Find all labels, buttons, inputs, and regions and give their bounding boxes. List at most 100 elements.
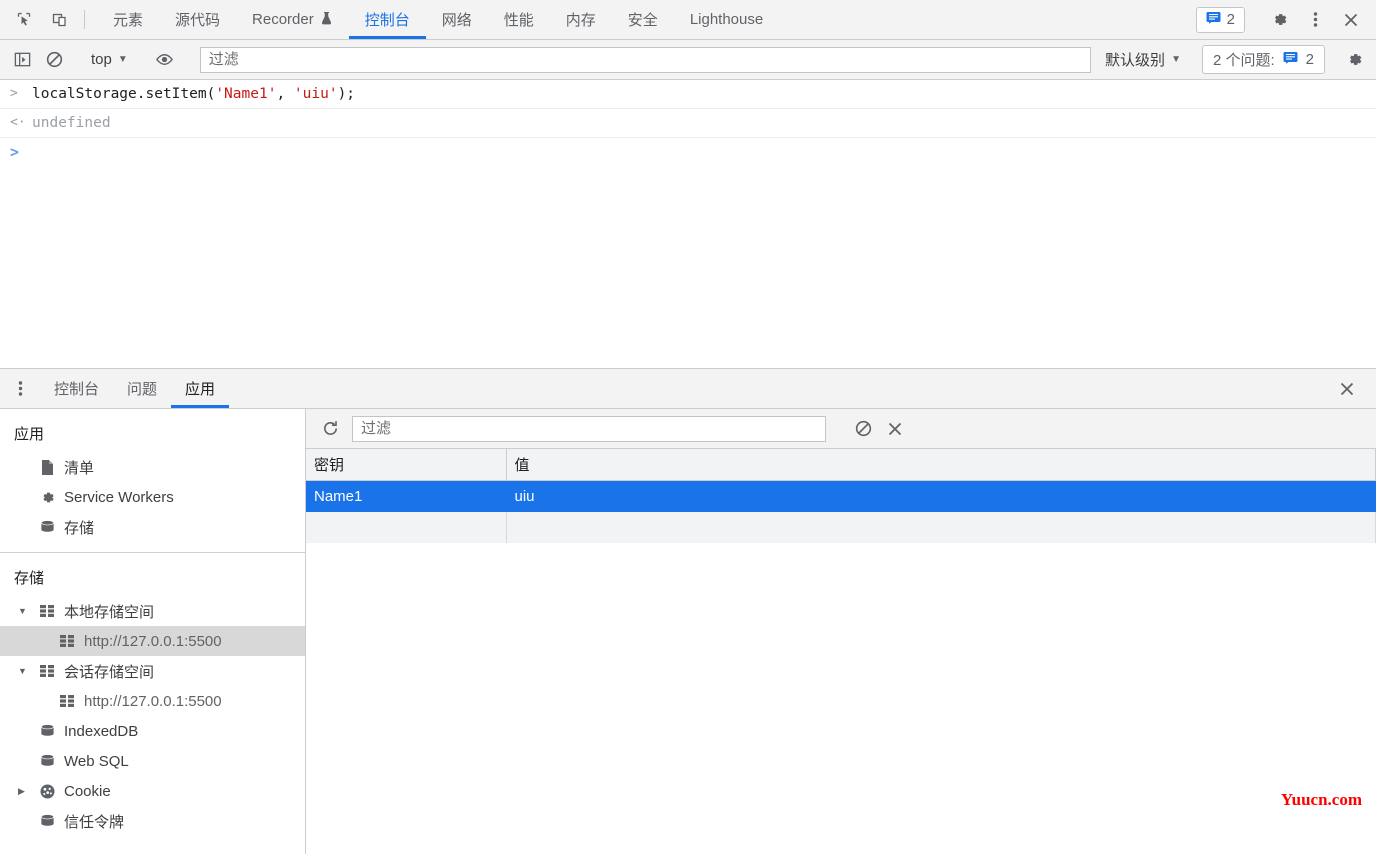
log-level-label: 默认级别 [1105,52,1166,69]
drawer-tab-label: 控制台 [54,381,100,398]
gear-icon[interactable] [1262,5,1296,35]
gear-icon[interactable] [1338,45,1370,75]
delete-selected-icon[interactable] [879,414,911,444]
device-toolbar-icon[interactable] [42,0,78,39]
database-icon [38,723,56,740]
list-item-wrap: http://127.0.0.1:5500 [0,686,305,716]
code-token: localStorage.setItem( [32,86,216,102]
cell-value[interactable] [506,511,1376,543]
chevron-down-icon[interactable]: ▼ [18,666,30,676]
list-item-wrap: http://127.0.0.1:5500 [0,626,305,656]
sidebar-item-session-storage-origin[interactable]: http://127.0.0.1:5500 [0,686,305,716]
cell-value[interactable]: uiu [506,480,1376,512]
chevron-down-icon: ▼ [1171,54,1181,65]
list-item-wrap: 存储 [0,512,305,542]
sidebar-item-cookie[interactable]: ▶ Cookie [0,776,305,806]
console-result-value: undefined [32,115,111,131]
sidebar-item-indexeddb[interactable]: IndexedDB [0,716,305,746]
kebab-menu-icon[interactable] [1298,5,1332,35]
tab-network[interactable]: 网络 [426,0,488,39]
console-filter-input[interactable] [199,46,1092,73]
output-arrow-icon: <· [10,115,26,130]
storage-table-wrap[interactable]: 密钥 值 Name1 uiu [306,449,1376,854]
execution-context-selector[interactable]: top ▼ [83,49,136,70]
devtools-window: 元素 源代码 Recorder 控制台 网络 性能 内存 安全 Lighthou… [0,0,1376,854]
sidebar-item-service-workers[interactable]: Service Workers [0,482,305,512]
console-prompt-line[interactable]: > [0,138,1376,166]
tab-recorder[interactable]: Recorder [236,0,349,39]
tab-console[interactable]: 控制台 [348,0,426,39]
chevron-right-icon[interactable]: ▶ [18,786,30,797]
tab-memory[interactable]: 内存 [550,0,612,39]
storage-toolbar [306,409,1376,449]
sidebar-item-manifest[interactable]: 清单 [0,452,305,482]
clear-console-icon[interactable] [38,45,70,75]
table-grid-icon [38,604,56,618]
tab-label: 网络 [441,12,472,29]
console-sidebar-icon[interactable] [6,45,38,75]
sidebar-item-session-storage[interactable]: ▼ 会话存储空间 [0,656,305,686]
cell-key[interactable]: Name1 [306,480,507,512]
code-token: , [276,86,294,102]
devtools-drawer: 控制台 问题 应用 应用 清单 Service Workers 存储 存储 ▼ … [0,368,1376,854]
tab-label: 内存 [565,12,596,29]
tab-lighthouse[interactable]: Lighthouse [674,0,779,39]
close-icon[interactable] [1330,374,1364,404]
live-expression-icon[interactable] [149,45,181,75]
tab-label: 源代码 [175,12,221,29]
close-icon[interactable] [1334,5,1368,35]
drawer-tab-console[interactable]: 控制台 [40,369,113,408]
clear-all-icon[interactable] [847,414,879,444]
kebab-menu-icon[interactable] [0,369,40,408]
code-token: ); [337,86,356,102]
drawer-tab-issues[interactable]: 问题 [113,369,171,408]
tab-sources[interactable]: 源代码 [159,0,236,39]
column-header-value[interactable]: 值 [506,449,1376,481]
sidebar-item-label: Cookie [64,782,111,800]
code-token-string: 'Name1' [215,86,277,102]
sidebar-item-local-storage-origin[interactable]: http://127.0.0.1:5500 [0,626,305,656]
refresh-icon[interactable] [314,414,346,444]
sidebar-item-label: IndexedDB [64,722,139,740]
message-count-badge[interactable]: 2 [1195,6,1245,33]
toolbar-right-actions: 2 [1195,0,1376,39]
drawer-tab-label: 应用 [185,381,216,398]
tab-label: Lighthouse [689,11,764,28]
log-level-selector[interactable]: 默认级别 ▼ [1097,47,1189,72]
sidebar-item-local-storage[interactable]: ▼ 本地存储空间 [0,596,305,626]
tab-performance[interactable]: 性能 [488,0,550,39]
sidebar-item-label: http://127.0.0.1:5500 [84,632,222,650]
database-icon [38,813,56,830]
sidebar-item-trust-tokens[interactable]: 信任令牌 [0,806,305,836]
chevron-down-icon[interactable]: ▼ [18,606,30,616]
sidebar-item-label: 清单 [64,459,95,477]
cookie-icon [38,783,56,800]
drawer-tab-application[interactable]: 应用 [171,369,230,408]
sidebar-item-storage[interactable]: 存储 [0,512,305,542]
inspect-cursor-icon[interactable] [6,0,42,39]
flask-icon [320,11,333,29]
message-count: 2 [1226,11,1235,28]
table-grid-icon [38,664,56,678]
tab-elements[interactable]: 元素 [97,0,159,39]
cell-key[interactable] [306,511,507,543]
prompt-arrow-icon: > [10,143,20,161]
drawer-tabbar: 控制台 问题 应用 [0,369,1376,409]
storage-filter-input[interactable] [352,415,826,442]
console-output[interactable]: > localStorage.setItem('Name1', 'uiu'); … [0,80,1376,368]
issues-badge[interactable]: 2 个问题: 2 [1201,45,1325,74]
tab-security[interactable]: 安全 [612,0,674,39]
database-icon [38,753,56,770]
table-row[interactable]: Name1 uiu [306,480,1376,512]
storage-section: 存储 ▼ 本地存储空间 http://127.0.0.1:5500 ▼ 会话存储… [0,553,305,846]
table-grid-icon [58,634,76,648]
table-grid-icon [58,694,76,708]
column-header-key[interactable]: 密钥 [306,449,507,481]
drawer-body: 应用 清单 Service Workers 存储 存储 ▼ 本地存储空间 htt… [0,409,1376,854]
console-toolbar: top ▼ 默认级别 ▼ 2 个问题: 2 [0,40,1376,80]
sidebar-item-web-sql[interactable]: Web SQL [0,746,305,776]
console-input-line: > localStorage.setItem('Name1', 'uiu'); [0,80,1376,109]
table-row[interactable] [306,511,1376,543]
panel-tabs: 元素 源代码 Recorder 控制台 网络 性能 内存 安全 Lighthou… [97,0,779,39]
sidebar-item-label: 会话存储空间 [64,663,155,681]
